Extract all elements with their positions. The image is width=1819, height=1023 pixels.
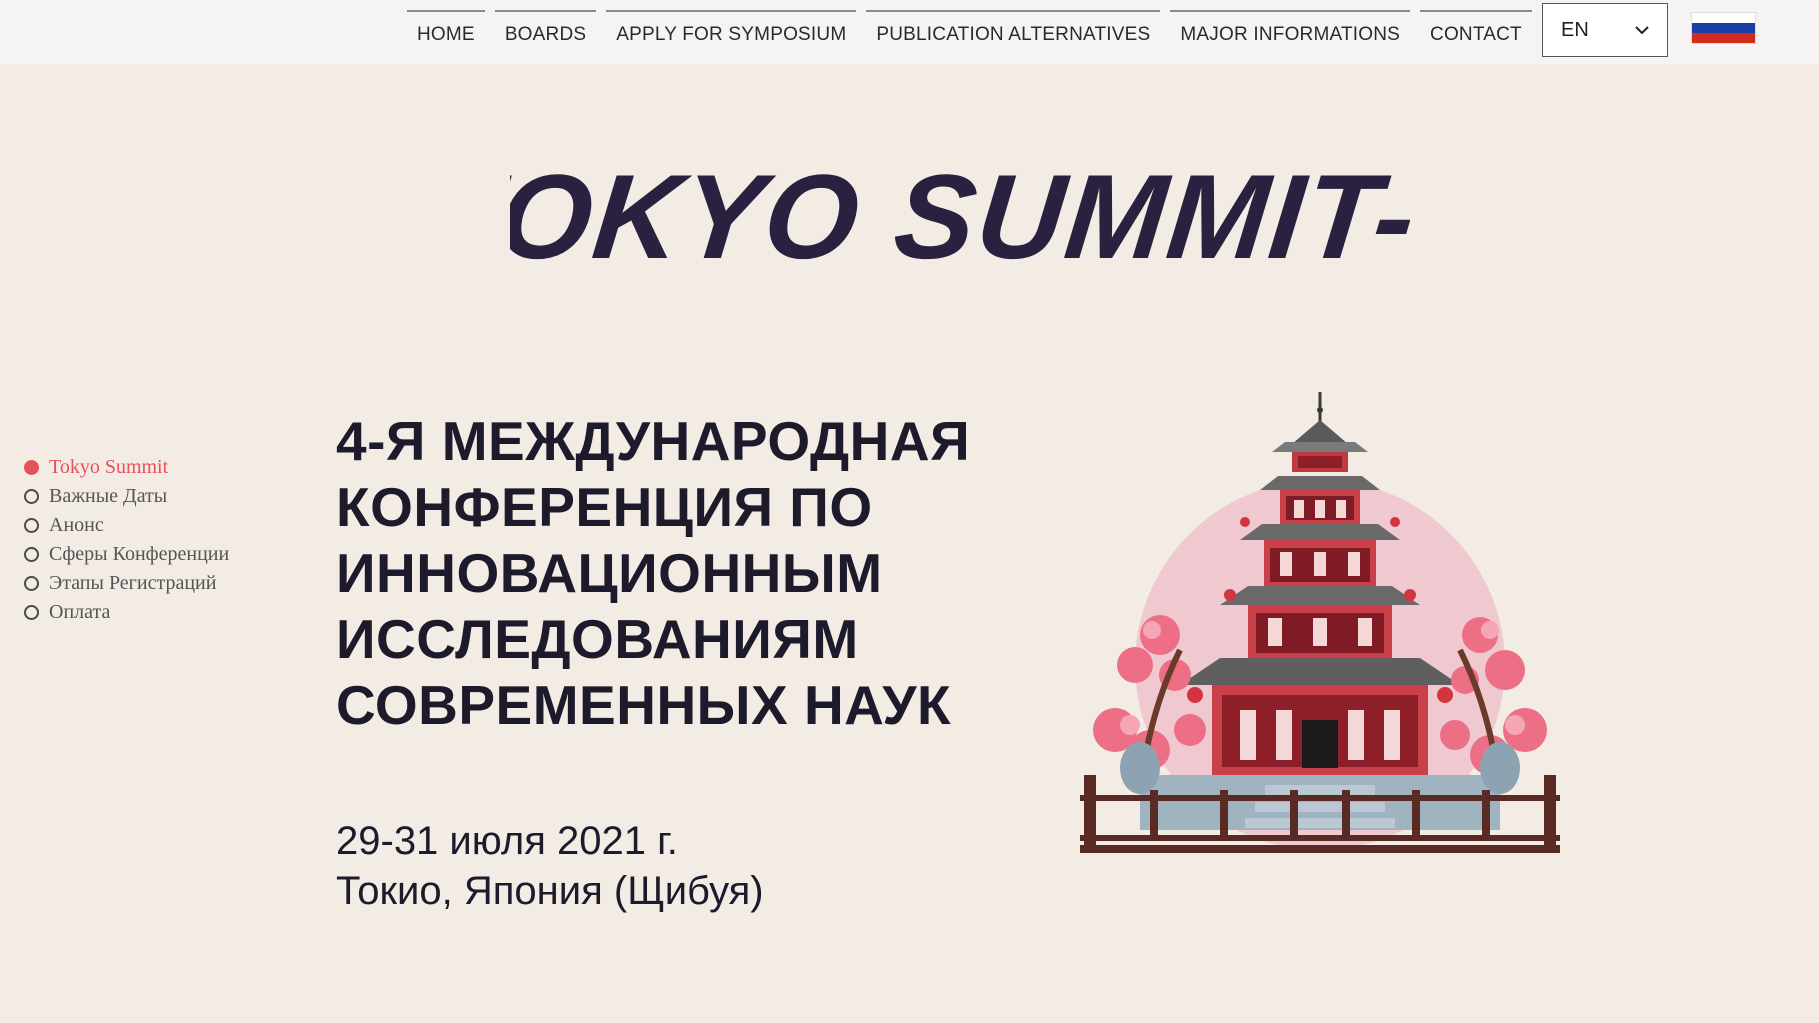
section-nav-announcement[interactable]: Анонс bbox=[24, 511, 229, 540]
event-info: 29-31 июля 2021 г. Токио, Япония (Щибуя) bbox=[336, 816, 764, 916]
section-nav-tokyo-summit[interactable]: Tokyo Summit bbox=[24, 453, 229, 482]
circle-icon bbox=[24, 489, 39, 504]
russian-flag-icon[interactable] bbox=[1691, 12, 1756, 44]
nav-contact[interactable]: CONTACT bbox=[1420, 10, 1532, 58]
circle-icon bbox=[24, 547, 39, 562]
nav-home[interactable]: HOME bbox=[407, 10, 485, 58]
section-nav-label: Оплата bbox=[49, 601, 111, 623]
section-nav-label: Сферы Конференции bbox=[49, 543, 230, 565]
conference-headline: 4-Я МЕЖДУНАРОДНАЯ КОНФЕРЕНЦИЯ ПО ИННОВАЦ… bbox=[336, 408, 1056, 738]
circle-icon bbox=[24, 518, 39, 533]
event-location: Токио, Япония (Щибуя) bbox=[336, 869, 764, 913]
pagoda-illustration bbox=[1080, 392, 1560, 853]
headline-line: СОВРЕМЕННЫХ НАУК bbox=[336, 674, 952, 736]
circle-icon bbox=[24, 576, 39, 591]
language-select[interactable]: EN bbox=[1542, 3, 1668, 57]
circle-icon bbox=[24, 605, 39, 620]
event-date: 29-31 июля 2021 г. bbox=[336, 819, 678, 863]
main-nav: HOME BOARDS APPLY FOR SYMPOSIUM PUBLICAT… bbox=[407, 10, 1542, 58]
site-logo-title: TOKYO SUMMIT-V bbox=[510, 150, 1410, 284]
flag-stripe-red bbox=[1692, 32, 1755, 43]
headline-line: 4-Я МЕЖДУНАРОДНАЯ bbox=[336, 410, 971, 472]
headline-line: КОНФЕРЕНЦИЯ ПО bbox=[336, 476, 873, 538]
section-nav-important-dates[interactable]: Важные Даты bbox=[24, 482, 229, 511]
nav-apply-for-symposium[interactable]: APPLY FOR SYMPOSIUM bbox=[606, 10, 857, 58]
nav-boards[interactable]: BOARDS bbox=[494, 10, 597, 58]
headline-line: ИССЛЕДОВАНИЯМ bbox=[336, 608, 859, 670]
language-value: EN bbox=[1561, 18, 1589, 41]
section-nav: Tokyo Summit Важные Даты Анонс Сферы Кон… bbox=[24, 453, 229, 627]
top-bar: HOME BOARDS APPLY FOR SYMPOSIUM PUBLICAT… bbox=[0, 0, 1819, 64]
section-nav-label: Анонс bbox=[49, 514, 104, 536]
flag-stripe-white bbox=[1692, 13, 1755, 23]
section-nav-registration-stages[interactable]: Этапы Регистраций bbox=[24, 569, 229, 598]
section-nav-payment[interactable]: Оплата bbox=[24, 598, 229, 627]
section-nav-label: Важные Даты bbox=[49, 485, 168, 507]
nav-major-informations[interactable]: MAJOR INFORMATIONS bbox=[1170, 10, 1411, 58]
active-dot-icon bbox=[24, 460, 39, 475]
section-nav-label: Этапы Регистраций bbox=[49, 572, 217, 594]
chevron-down-icon bbox=[1635, 26, 1649, 35]
site-logo-text: TOKYO SUMMIT-V bbox=[510, 150, 1410, 284]
nav-publication-alternatives[interactable]: PUBLICATION ALTERNATIVES bbox=[866, 10, 1161, 58]
headline-line: ИННОВАЦИОННЫМ bbox=[336, 542, 883, 604]
section-nav-conference-areas[interactable]: Сферы Конференции bbox=[24, 540, 229, 569]
section-nav-label: Tokyo Summit bbox=[49, 456, 169, 478]
flag-stripe-blue bbox=[1692, 22, 1755, 33]
